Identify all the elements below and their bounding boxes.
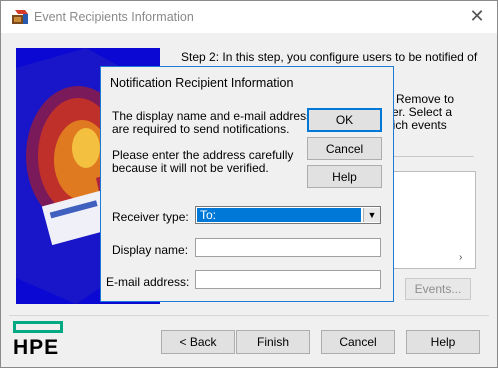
step-instructions: Step 2: In this step, you configure user… (181, 50, 478, 64)
finish-button[interactable]: Finish (236, 330, 310, 354)
display-name-label: Display name: (112, 243, 189, 257)
window-title: Event Recipients Information (34, 10, 194, 24)
hpe-logo-bar (13, 321, 63, 333)
scroll-right-icon[interactable]: › (459, 252, 462, 263)
instruction-fragment-2: ser. Select a (386, 105, 453, 119)
dialog-title: Notification Recipient Information (110, 76, 294, 90)
close-icon[interactable]: ✕ (466, 5, 488, 27)
receiver-type-value: To: (197, 208, 361, 222)
hpe-logo-text: HPE (13, 336, 60, 359)
help-button[interactable]: Help (406, 330, 480, 354)
cancel-button[interactable]: Cancel (321, 330, 395, 354)
receiver-type-select[interactable]: To: ▼ (195, 206, 381, 224)
chevron-down-icon[interactable]: ▼ (363, 208, 380, 222)
events-button[interactable]: Events... (405, 278, 471, 300)
email-address-label: E-mail address: (106, 275, 190, 289)
receiver-type-label: Receiver type: (112, 210, 189, 224)
dialog-help-button[interactable]: Help (307, 165, 382, 188)
recipients-header-divider (386, 156, 474, 157)
email-address-field[interactable] (195, 270, 381, 289)
display-name-field[interactable] (195, 238, 381, 257)
dialog-cancel-button[interactable]: Cancel (307, 137, 382, 160)
recipients-list[interactable] (386, 171, 476, 269)
instruction-fragment-1: e Remove to (386, 92, 455, 106)
dialog-warning-line-2: because it will not be verified. (112, 161, 269, 175)
instruction-fragment-3: hich events (386, 118, 447, 132)
setup-icon (11, 9, 29, 25)
title-bar: Event Recipients Information ✕ (1, 1, 497, 33)
hpe-logo: HPE (13, 321, 69, 361)
ok-button[interactable]: OK (307, 108, 382, 132)
dialog-info-line-2: are required to send notifications. (112, 122, 290, 136)
back-button[interactable]: < Back (161, 330, 235, 354)
footer-separator (9, 315, 489, 316)
